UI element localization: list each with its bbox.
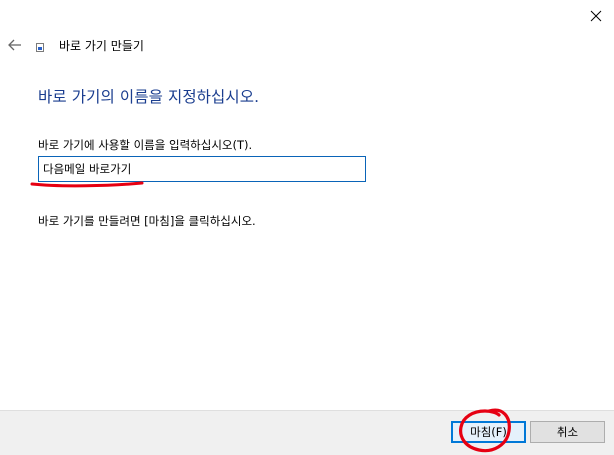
finish-instruction: 바로 가기를 만들려면 [마침]을 클릭하십시오. [38, 214, 256, 228]
wizard-title: 바로 가기 만들기 [59, 39, 144, 53]
back-arrow-icon[interactable] [7, 37, 23, 53]
page-heading: 바로 가기의 이름을 지정하십시오. [38, 88, 260, 106]
shortcut-icon [36, 43, 44, 52]
close-icon[interactable] [585, 6, 607, 26]
name-field-label: 바로 가기에 사용할 이름을 입력하십시오(T). [38, 138, 253, 152]
cancel-button[interactable]: 취소 [530, 421, 605, 443]
button-bar: 마침(F) 취소 [0, 410, 614, 455]
finish-button[interactable]: 마침(F) [451, 421, 526, 443]
shortcut-name-value: 다음메일 바로가기 [43, 162, 132, 176]
red-underline-annotation [30, 181, 144, 188]
shortcut-name-input[interactable]: 다음메일 바로가기 [38, 156, 366, 182]
